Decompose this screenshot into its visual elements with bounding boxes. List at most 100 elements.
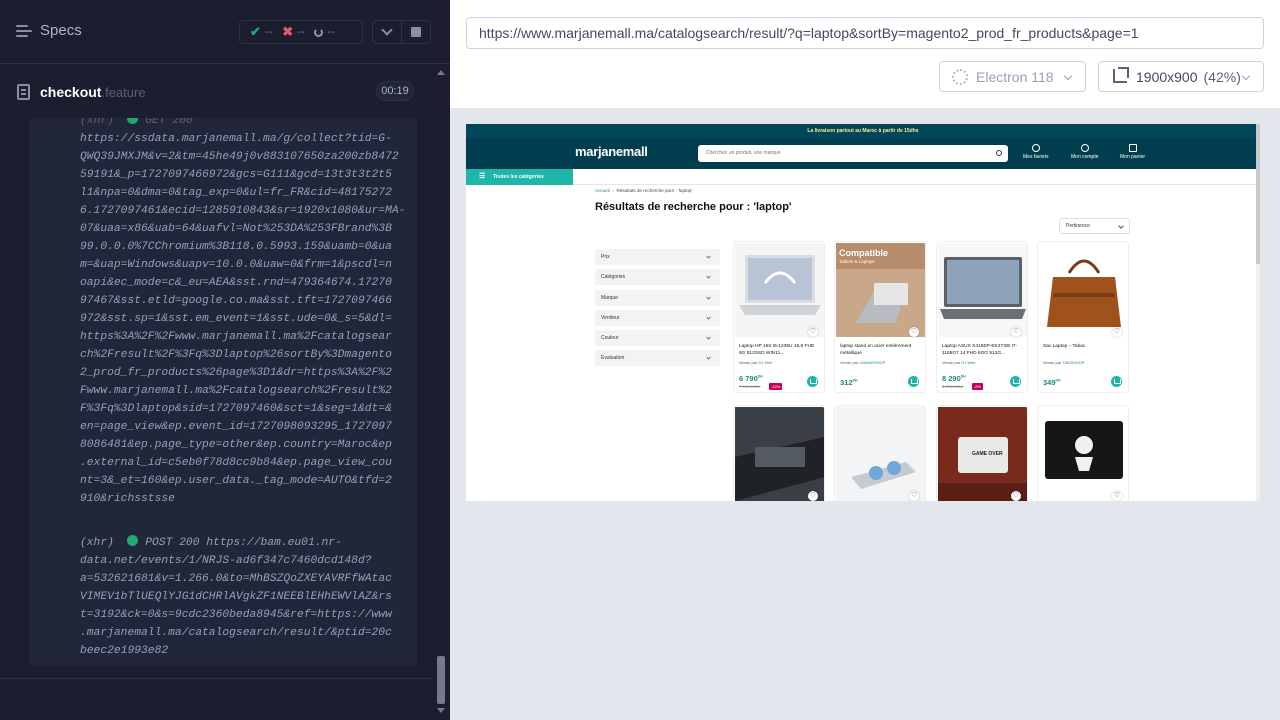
currency: DH <box>960 374 966 379</box>
product-old-price: 8 920,00DH <box>942 384 964 389</box>
product-image <box>836 407 925 501</box>
filter-brand[interactable]: Marque <box>595 290 720 306</box>
seller-name[interactable]: TANJISHOP <box>1062 360 1084 365</box>
passed-count: -- <box>264 26 273 38</box>
add-to-cart-icon[interactable] <box>908 376 919 387</box>
breadcrumb-home[interactable]: Accueil <box>595 188 610 193</box>
aut-iframe: La livraison partout au Maroc à partir d… <box>466 124 1260 501</box>
viewport-info[interactable]: 1900x900 (42%) <box>1098 61 1264 92</box>
log-line: a=532621681&v=1.266.0&to=MhBSZQoZXEYAVRF… <box>80 573 392 585</box>
heart-icon[interactable]: ♡ <box>1112 327 1122 337</box>
filter-categories[interactable]: Catégories <box>595 269 720 285</box>
filter-seller[interactable]: Vendeur <box>595 310 720 326</box>
spec-file-name[interactable]: checkout.feature <box>40 84 146 100</box>
heart-icon[interactable]: ♡ <box>1011 491 1021 501</box>
seller-name[interactable]: DJ Web <box>758 360 772 365</box>
seller-prefix: Vendu par <box>840 360 859 365</box>
cart-link[interactable]: Mon panier <box>1120 144 1145 160</box>
electron-icon <box>952 69 968 85</box>
seller-name[interactable]: DJ Web <box>961 360 975 365</box>
heart-icon[interactable]: ♡ <box>1112 491 1122 501</box>
product-card[interactable]: GAME OVER ♡ <box>936 405 1028 501</box>
log-line: 972&sst.sp=1&sst.em_event=1&sst.ude=0&_s… <box>80 313 392 325</box>
search-icon[interactable] <box>996 150 1002 156</box>
browser-selector[interactable]: Electron 118 <box>939 61 1086 92</box>
product-image <box>735 243 824 337</box>
product-card[interactable]: ♡ Laptop ASUS X415EP-EK273W I7-1165G7 14… <box>936 241 1028 393</box>
status-dot-icon <box>127 118 139 124</box>
log-line: VIMEV1bTlUEQlYJG1dCHRlAVgkZF1NEEBlEHhEWV… <box>80 591 392 603</box>
log-line: beec2e1993e82 <box>80 645 169 657</box>
filter-price[interactable]: Prix <box>595 249 720 265</box>
cart-label: Mon panier <box>1120 154 1146 160</box>
seller-prefix: Vendu par <box>1043 360 1062 365</box>
heart-icon <box>1031 144 1040 152</box>
sort-select[interactable]: Pertinence <box>1059 218 1130 234</box>
test-stats: ✔ -- ✖ -- -- <box>239 20 363 44</box>
site-search-input[interactable]: Cherchez un produit, une marque <box>698 145 1008 162</box>
product-title[interactable]: laptop stand en acier entièrement métall… <box>840 343 922 357</box>
promo-banner: La livraison partout au Maroc à partir d… <box>466 124 1260 138</box>
iframe-scroll-thumb[interactable] <box>1256 124 1260 264</box>
add-to-cart-icon[interactable] <box>1111 376 1122 387</box>
currency: DH <box>852 378 858 383</box>
product-title[interactable]: Laptop HP 15S I5-1235U 15,6 FHD 8G 512SS… <box>739 343 821 357</box>
log-line: 8086481&ep.page_type=other&ep.country=Ma… <box>80 439 392 451</box>
stop-button[interactable] <box>401 20 431 44</box>
log-line: Fwww.marjanemall.ma%2Fcatalogsearch%2Fre… <box>80 385 392 397</box>
account-link[interactable]: Mon compte <box>1071 144 1099 160</box>
viewport-size: 1900x900 <box>1136 68 1198 85</box>
specs-label: Specs <box>40 22 82 39</box>
filter-rating[interactable]: Evaluation <box>595 350 720 366</box>
seller-name[interactable]: GAMARSHOP <box>859 360 885 365</box>
log-line: data.net/events/1/NRJS-ad6f347c7460dcd14… <box>80 555 372 567</box>
price-value: 312 <box>840 378 853 387</box>
xhr-log-entry[interactable]: (xhr) POST 200 https://bam.eu01.nr- data… <box>80 534 392 660</box>
url-bar[interactable]: https://www.marjanemall.ma/catalogsearch… <box>466 17 1264 49</box>
specs-button[interactable]: Specs <box>16 22 82 39</box>
currency: DH <box>757 374 763 379</box>
log-line: https%3A%2F%2Fwww.marjanemall.ma%2Fcatal… <box>80 331 392 343</box>
log-line: l1&npa=0&dma=0&tag_exp=0&ul=fr_FR&cid=48… <box>80 187 392 199</box>
favorites-link[interactable]: Mes favoris <box>1023 144 1049 160</box>
product-seller: Vendu par DJ Web <box>739 360 773 365</box>
cart-icon <box>1128 144 1137 152</box>
product-sticker-text: GAME OVER <box>972 451 1003 457</box>
chevron-down-icon <box>1241 71 1251 81</box>
log-line: nt=3&_et=160&ep.user_data._tag_mode=AUTO… <box>80 475 392 487</box>
product-card[interactable]: ♡ Sac Laptop – Tabac Vendu par TANJISHOP… <box>1037 241 1129 393</box>
scroll-up-arrow-icon[interactable] <box>437 70 445 75</box>
product-card[interactable]: ♡ <box>834 405 926 501</box>
product-card[interactable]: ♡ <box>733 405 825 501</box>
product-old-price: 7 990,00DH <box>739 384 761 389</box>
favorites-label: Mes favoris <box>1023 154 1049 160</box>
breadcrumb-current: Résultats de recherche pour : 'laptop' <box>616 188 693 193</box>
search-placeholder: Cherchez un produit, une marque <box>706 150 781 156</box>
iframe-scrollbar[interactable] <box>1256 124 1260 501</box>
heart-icon[interactable]: ♡ <box>1011 327 1021 337</box>
all-categories-button[interactable]: Toutes les catégories <box>466 169 573 185</box>
scroll-thumb[interactable] <box>437 656 445 704</box>
scroll-down-arrow-icon[interactable] <box>437 708 445 713</box>
product-title[interactable]: Sac Laptop – Tabac <box>1043 343 1125 357</box>
heart-icon[interactable]: ♡ <box>909 327 919 337</box>
product-title[interactable]: Laptop ASUS X415EP-EK273W I7-1165G7 14 F… <box>942 343 1024 357</box>
product-card[interactable]: ♡ Laptop HP 15S I5-1235U 15,6 FHD 8G 512… <box>733 241 825 393</box>
site-header: marjanemall Cherchez un produit, une mar… <box>466 138 1260 169</box>
site-logo[interactable]: marjanemall <box>575 144 648 159</box>
expand-collapse-button[interactable] <box>372 20 402 44</box>
product-seller: Vendu par TANJISHOP <box>1043 360 1084 365</box>
add-to-cart-icon[interactable] <box>807 376 818 387</box>
heart-icon[interactable]: ♡ <box>808 491 818 501</box>
reporter-scrollbar[interactable] <box>432 64 450 720</box>
ruler-icon <box>1113 67 1129 83</box>
add-to-cart-icon[interactable] <box>1010 376 1021 387</box>
reporter-footer-divider <box>0 678 432 679</box>
product-card[interactable]: ♡ <box>1037 405 1129 501</box>
xhr-log-entry[interactable]: (xhr) GET 200 https://ssdata.marjanemall… <box>80 118 405 508</box>
filter-color[interactable]: Couleur <box>595 330 720 346</box>
heart-icon[interactable]: ♡ <box>909 491 919 501</box>
heart-icon[interactable]: ♡ <box>808 327 818 337</box>
log-line: 2_prod_fr_products%26page%3D1&dr=https%3… <box>80 367 392 379</box>
product-card[interactable]: Compatible Tablets & Laptops ♡ laptop st… <box>834 241 926 393</box>
